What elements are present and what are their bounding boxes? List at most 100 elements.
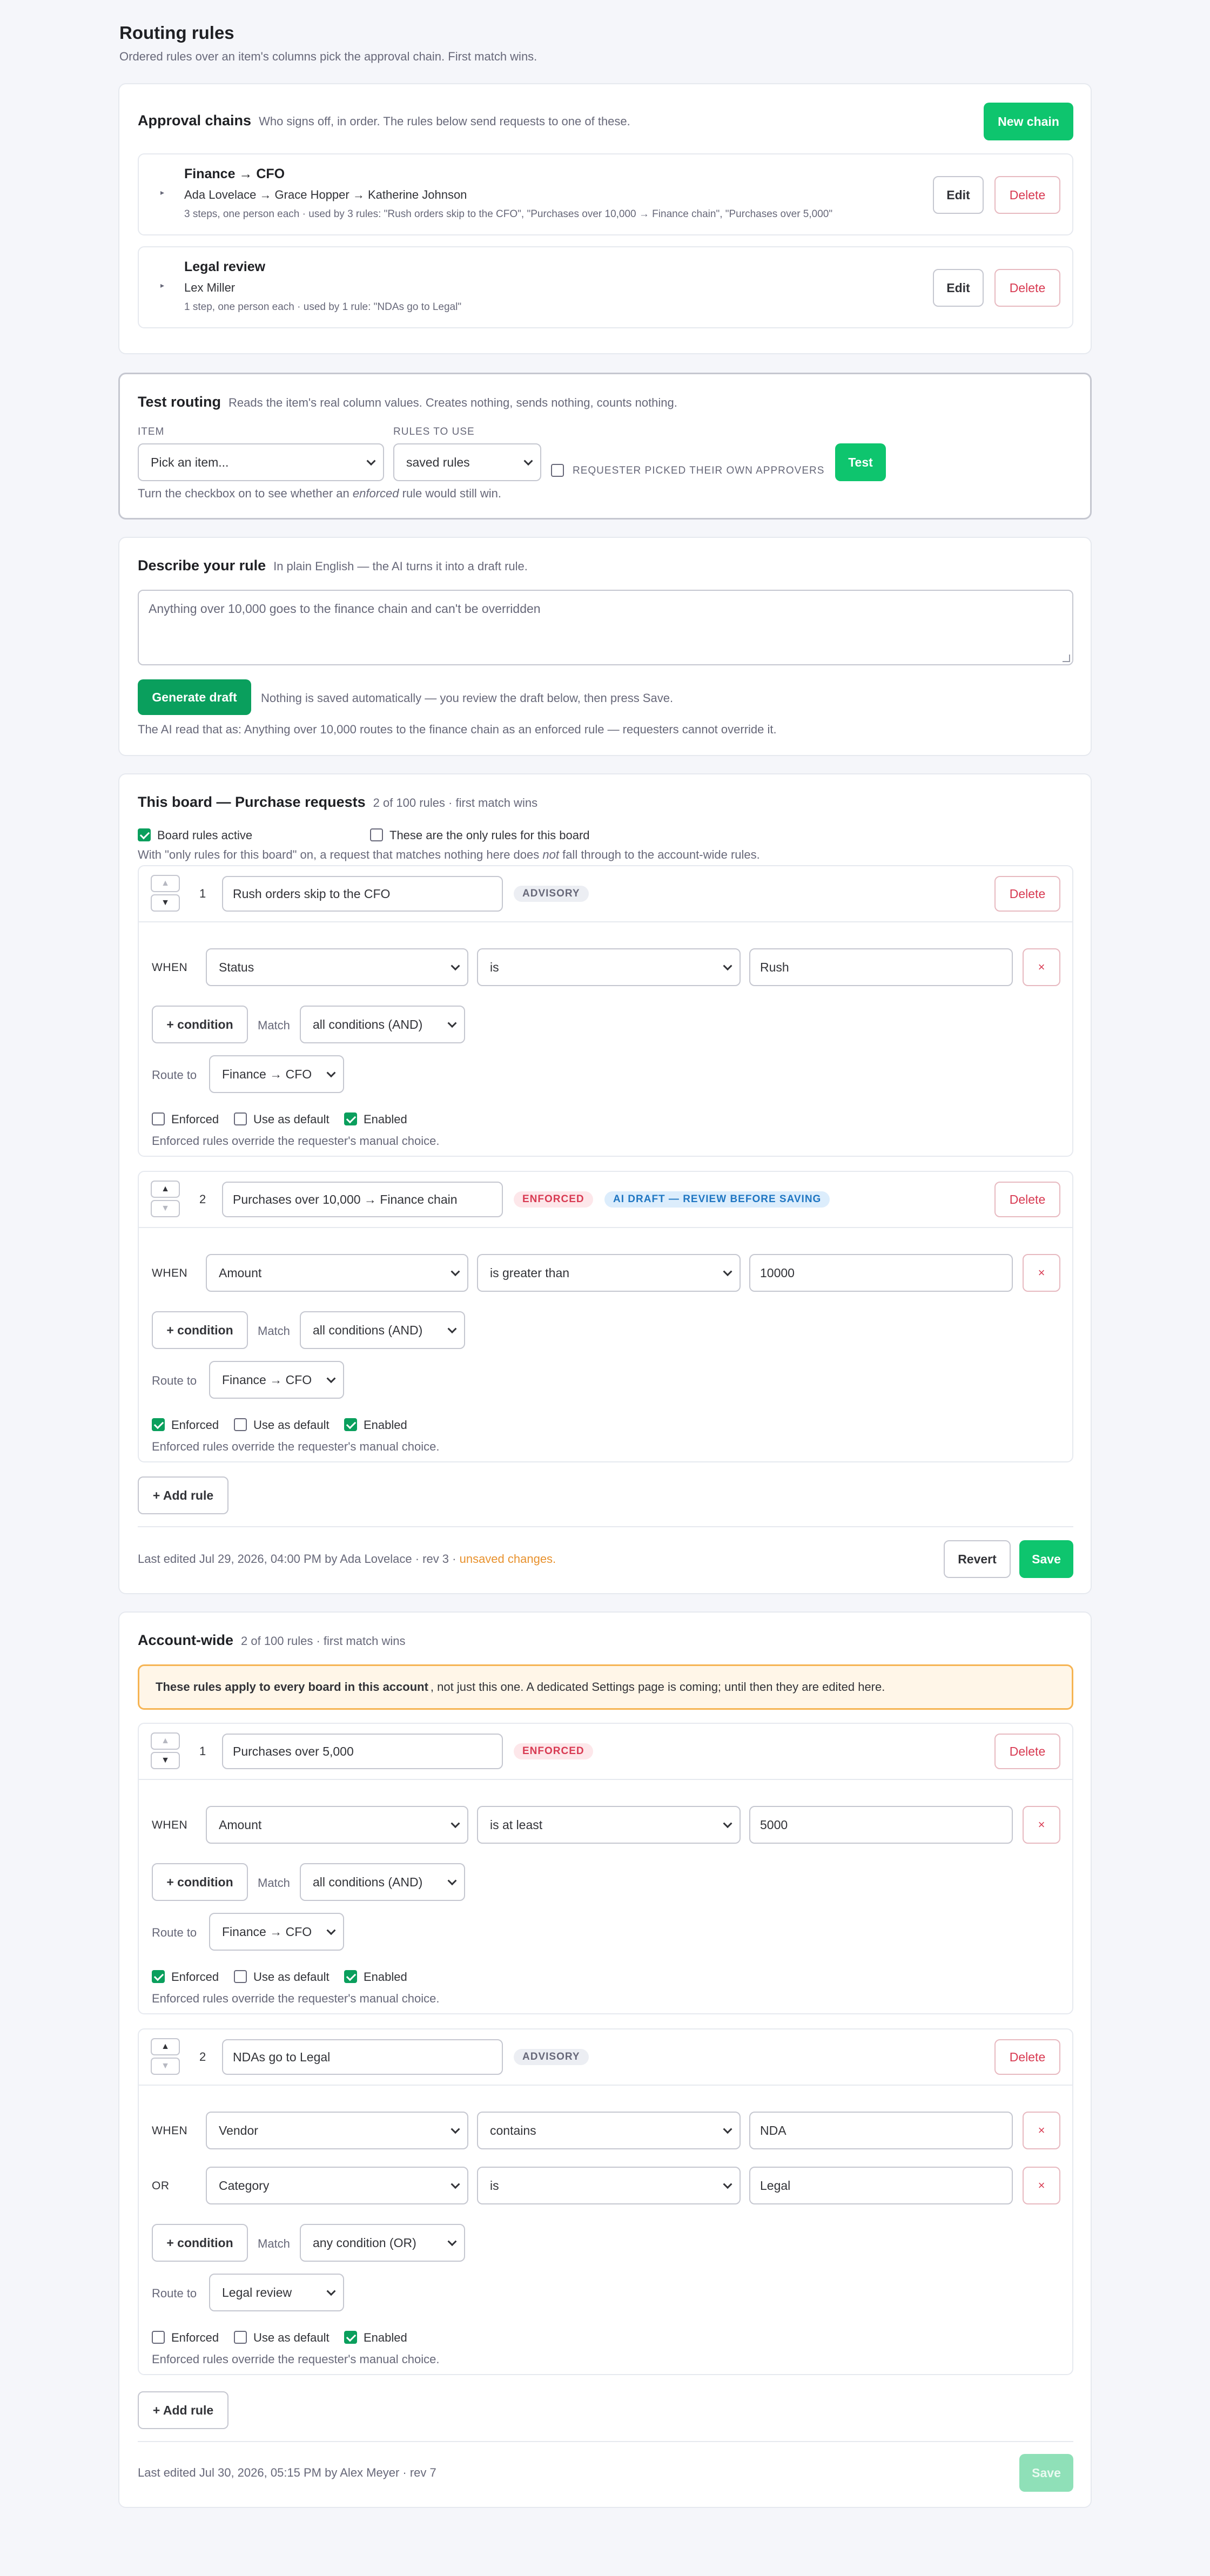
- delete-rule-button[interactable]: Delete: [994, 1182, 1060, 1217]
- condition-field-select[interactable]: Category: [206, 2167, 468, 2204]
- move-up-button[interactable]: ▲: [151, 875, 180, 892]
- route-to-label: Route to: [152, 1926, 197, 1939]
- delete-chain-button[interactable]: Delete: [994, 176, 1060, 214]
- route-to-select[interactable]: Finance → CFO: [209, 1913, 344, 1951]
- enabled-checkbox[interactable]: [344, 1418, 357, 1431]
- save-button[interactable]: Save: [1019, 2454, 1073, 2492]
- enabled-checkbox[interactable]: [344, 1112, 357, 1125]
- match-label: Match: [258, 1019, 290, 1032]
- enabled-checkbox[interactable]: [344, 2331, 357, 2344]
- condition-field-select[interactable]: Status: [206, 948, 468, 986]
- enabled-label: Enabled: [364, 1112, 407, 1126]
- enforced-label: Enforced: [171, 1970, 219, 1984]
- chevron-down-icon: [523, 456, 533, 466]
- use-as-default-checkbox[interactable]: [234, 1112, 247, 1125]
- condition-field-select[interactable]: Vendor: [206, 2112, 468, 2149]
- move-down-button[interactable]: ▼: [151, 2058, 180, 2075]
- revert-button[interactable]: Revert: [944, 1540, 1011, 1578]
- condition-value-input[interactable]: 5000: [749, 1806, 1013, 1844]
- match-select[interactable]: all conditions (AND): [300, 1006, 465, 1043]
- enforced-label: Enforced: [171, 2331, 219, 2344]
- chain-legal-review[interactable]: ▸ Legal review Lex Miller 1 step, one pe…: [138, 246, 1073, 328]
- remove-condition-button[interactable]: ×: [1023, 1806, 1060, 1844]
- chevron-down-icon: [723, 2180, 732, 2189]
- add-condition-button[interactable]: + condition: [152, 1863, 248, 1901]
- generate-draft-button[interactable]: Generate draft: [138, 679, 251, 715]
- move-up-button[interactable]: ▲: [151, 2038, 180, 2055]
- rule-description-textarea[interactable]: Anything over 10,000 goes to the finance…: [138, 590, 1073, 665]
- enabled-checkbox[interactable]: [344, 1970, 357, 1983]
- only-board-rules-checkbox[interactable]: [370, 828, 383, 841]
- condition-value-input[interactable]: 10000: [749, 1254, 1013, 1292]
- item-select[interactable]: Pick an item...: [138, 443, 384, 481]
- route-to-select[interactable]: Finance → CFO: [209, 1055, 344, 1093]
- enforced-checkbox[interactable]: [152, 1970, 165, 1983]
- delete-rule-button[interactable]: Delete: [994, 2039, 1060, 2075]
- remove-condition-button[interactable]: ×: [1023, 948, 1060, 986]
- condition-value-input[interactable]: Rush: [749, 948, 1013, 986]
- delete-chain-button[interactable]: Delete: [994, 269, 1060, 307]
- board-rules-active-checkbox[interactable]: [138, 828, 151, 841]
- move-up-button[interactable]: ▲: [151, 1732, 180, 1750]
- delete-rule-button[interactable]: Delete: [994, 876, 1060, 912]
- condition-value-input[interactable]: NDA: [749, 2112, 1013, 2149]
- condition-value-input[interactable]: Legal: [749, 2167, 1013, 2204]
- rule-name-input[interactable]: NDAs go to Legal: [222, 2039, 503, 2075]
- route-to-select[interactable]: Finance → CFO: [209, 1361, 344, 1399]
- add-condition-button[interactable]: + condition: [152, 1006, 248, 1043]
- condition-field-select[interactable]: Amount: [206, 1254, 468, 1292]
- move-down-button[interactable]: ▼: [151, 894, 180, 912]
- add-rule-button[interactable]: + Add rule: [138, 1476, 228, 1514]
- requester-picked-checkbox[interactable]: [551, 464, 564, 477]
- remove-condition-button[interactable]: ×: [1023, 2112, 1060, 2149]
- move-down-button[interactable]: ▼: [151, 1752, 180, 1769]
- add-condition-button[interactable]: + condition: [152, 2224, 248, 2262]
- test-routing-hint: Reads the item's real column values. Cre…: [228, 396, 677, 409]
- use-as-default-checkbox[interactable]: [234, 1970, 247, 1983]
- chevron-down-icon: [326, 1068, 336, 1078]
- remove-condition-button[interactable]: ×: [1023, 2167, 1060, 2204]
- rule-name-input[interactable]: Purchases over 5,000: [222, 1734, 503, 1769]
- chain-finance-cfo[interactable]: ▸ Finance → CFO Ada Lovelace → Grace Hop…: [138, 153, 1073, 235]
- expand-caret-icon[interactable]: ▸: [160, 188, 164, 197]
- enforced-checkbox[interactable]: [152, 1418, 165, 1431]
- use-as-default-checkbox[interactable]: [234, 1418, 247, 1431]
- rule-badge-enforced: ENFORCED: [514, 1743, 593, 1759]
- condition-field-select[interactable]: Amount: [206, 1806, 468, 1844]
- test-button[interactable]: Test: [835, 443, 886, 481]
- rules-to-use-select[interactable]: saved rules: [393, 443, 541, 481]
- enforced-checkbox[interactable]: [152, 1112, 165, 1125]
- condition-operator-select[interactable]: is greater than: [477, 1254, 741, 1292]
- condition-operator-select[interactable]: is: [477, 2167, 741, 2204]
- delete-rule-button[interactable]: Delete: [994, 1734, 1060, 1769]
- add-rule-button[interactable]: + Add rule: [138, 2391, 228, 2429]
- use-as-default-checkbox[interactable]: [234, 2331, 247, 2344]
- move-up-button[interactable]: ▲: [151, 1181, 180, 1198]
- route-to-label: Route to: [152, 1374, 197, 1387]
- match-select[interactable]: any condition (OR): [300, 2224, 465, 2262]
- edit-chain-button[interactable]: Edit: [933, 176, 984, 214]
- move-down-button[interactable]: ▼: [151, 1200, 180, 1217]
- rule-name-input[interactable]: Rush orders skip to the CFO: [222, 876, 503, 912]
- approval-chains-hint: Who signs off, in order. The rules below…: [259, 114, 630, 128]
- condition-operator-select[interactable]: is: [477, 948, 741, 986]
- rule-number: 1: [199, 1744, 206, 1758]
- chain-meta: 1 step, one person each · used by 1 rule…: [184, 301, 462, 313]
- remove-condition-button[interactable]: ×: [1023, 1254, 1060, 1292]
- expand-caret-icon[interactable]: ▸: [160, 281, 164, 290]
- add-condition-button[interactable]: + condition: [152, 1311, 248, 1349]
- edit-chain-button[interactable]: Edit: [933, 269, 984, 307]
- rule-name-input[interactable]: Purchases over 10,000 → Finance chain: [222, 1182, 503, 1217]
- enforced-checkbox[interactable]: [152, 2331, 165, 2344]
- match-label: Match: [258, 1324, 290, 1338]
- match-select[interactable]: all conditions (AND): [300, 1863, 465, 1901]
- rules-to-use-label: RULES TO USE: [393, 426, 475, 437]
- new-chain-button[interactable]: New chain: [984, 103, 1073, 140]
- save-button[interactable]: Save: [1019, 1540, 1073, 1578]
- rule-number: 2: [199, 2050, 206, 2064]
- condition-operator-select[interactable]: contains: [477, 2112, 741, 2149]
- route-to-select[interactable]: Legal review: [209, 2274, 344, 2311]
- match-select[interactable]: all conditions (AND): [300, 1311, 465, 1349]
- condition-operator-select[interactable]: is at least: [477, 1806, 741, 1844]
- chevron-down-icon: [447, 2237, 457, 2247]
